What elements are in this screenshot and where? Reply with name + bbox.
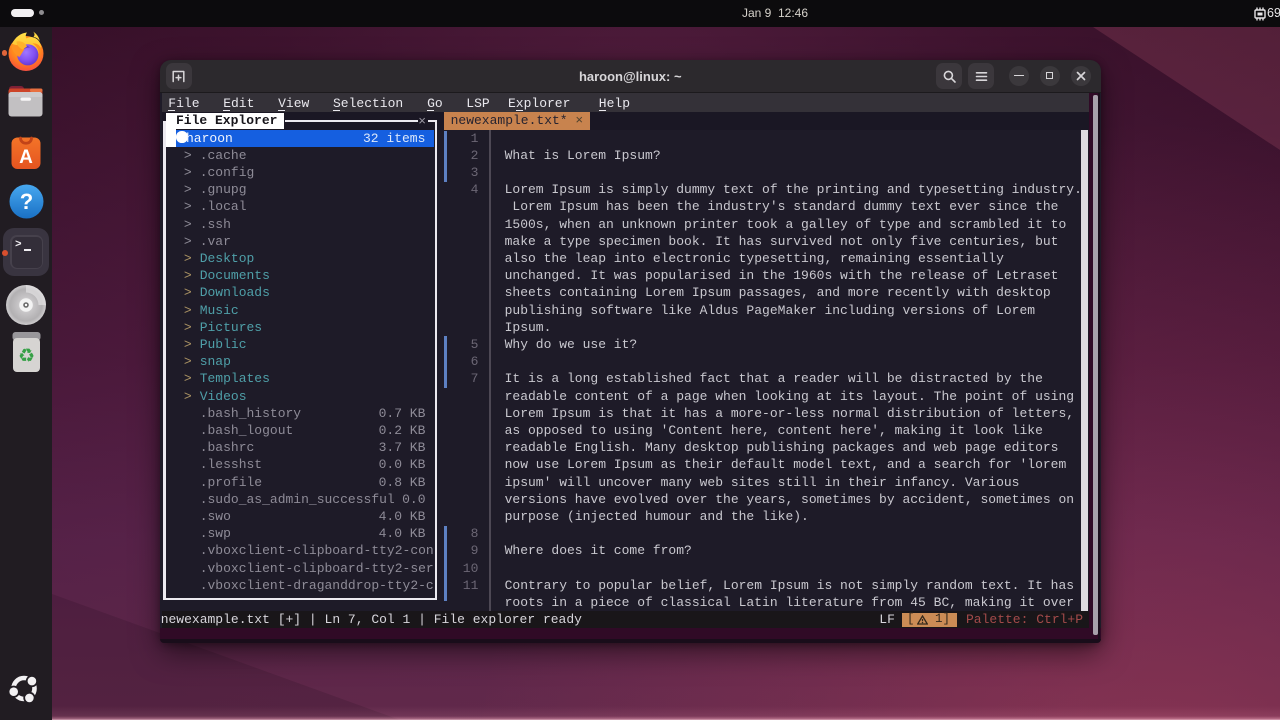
svg-text:♻: ♻ — [18, 346, 35, 367]
svg-text:A: A — [19, 147, 33, 168]
svg-text:?: ? — [20, 189, 33, 214]
